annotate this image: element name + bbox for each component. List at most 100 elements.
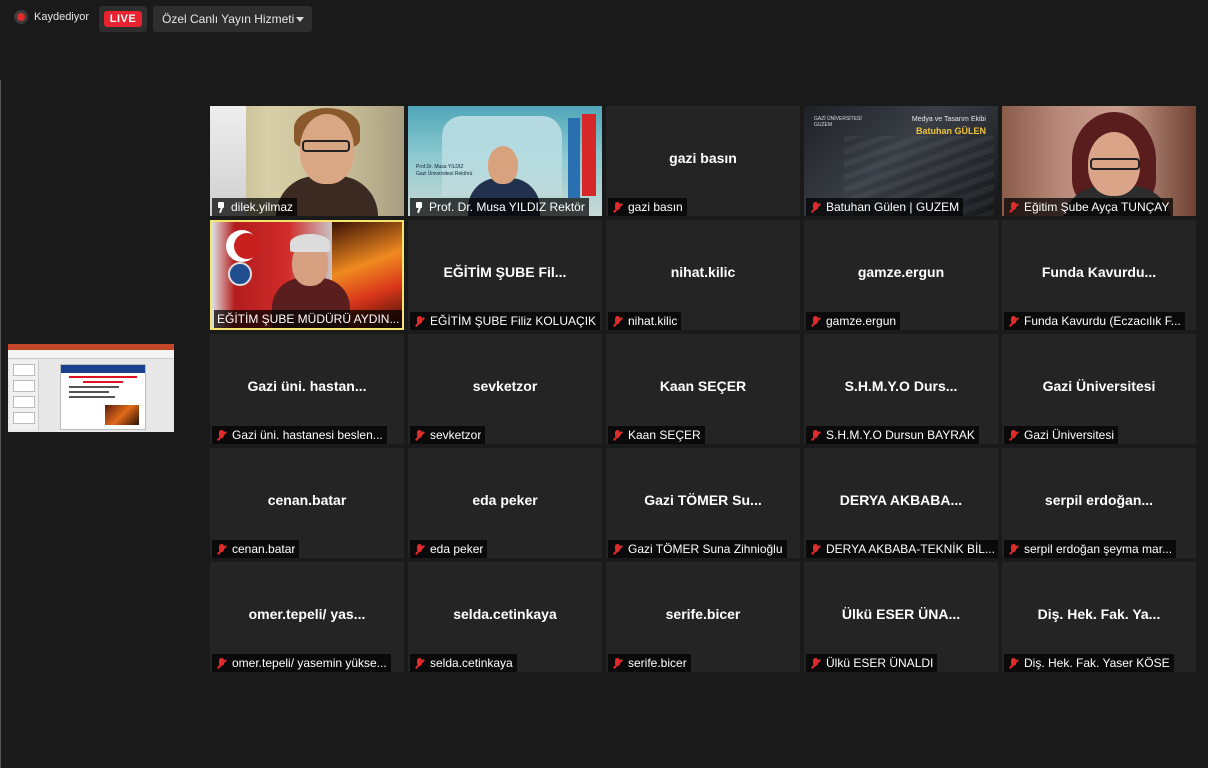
- participant-name: Gazi üni. hastanesi beslen...: [232, 428, 383, 442]
- participant-display-name: gamze.ergun: [857, 264, 945, 280]
- participant-tile[interactable]: Prof.Dr. Musa YILDIZ Gazi Üniversitesi Re…: [408, 106, 602, 216]
- participant-tile[interactable]: S.H.M.Y.O Durs... S.H.M.Y.O Dursun BAYRAK: [804, 334, 998, 444]
- participant-name-tag: cenan.batar: [212, 540, 300, 558]
- mic-muted-icon: [215, 657, 228, 670]
- participant-display-name: EĞİTİM ŞUBE Fil...: [443, 264, 567, 280]
- participant-display-name: eda peker: [472, 492, 538, 508]
- participant-display-name: omer.tepeli/ yas...: [248, 606, 366, 622]
- logo-line: GUZEM: [814, 122, 833, 128]
- participant-tile[interactable]: Diş. Hek. Fak. Ya... Diş. Hek. Fak. Yaser…: [1002, 562, 1196, 672]
- participant-tile[interactable]: nihat.kilic nihat.kilic: [606, 220, 800, 330]
- participant-name: sevketzor: [430, 428, 482, 442]
- participant-name-tag: Eğitim Şube Ayça TUNÇAY: [1004, 198, 1174, 216]
- participant-tile[interactable]: serife.bicer serife.bicer: [606, 562, 800, 672]
- panel-divider: [0, 80, 1, 768]
- mic-muted-icon: [809, 543, 822, 556]
- live-indicator[interactable]: LIVE: [99, 6, 147, 32]
- participant-tile[interactable]: cenan.batar cenan.batar: [210, 448, 404, 558]
- video-hair: [290, 234, 330, 252]
- participant-name: serife.bicer: [628, 656, 687, 670]
- video-team-title: Medya ve Tasarım Ekibi: [911, 116, 986, 123]
- participant-name: Funda Kavurdu (Eczacılık F...: [1024, 314, 1181, 328]
- mic-muted-icon: [611, 429, 624, 442]
- participant-name: Gazi Üniversitesi: [1024, 428, 1115, 442]
- participant-display-name: Gazi Üniversitesi: [1042, 378, 1156, 394]
- participant-name: serpil erdoğan şeyma mar...: [1024, 542, 1173, 556]
- participant-tile[interactable]: EĞİTİM ŞUBE Fil... EĞİTİM ŞUBE Filiz KOLU…: [408, 220, 602, 330]
- participant-tile[interactable]: eda peker eda peker: [408, 448, 602, 558]
- participant-name-tag: serife.bicer: [608, 654, 691, 672]
- pin-icon: [413, 201, 425, 213]
- participant-name-tag: gazi basın: [608, 198, 687, 216]
- participant-name: cenan.batar: [232, 542, 296, 556]
- participant-tile[interactable]: DERYA AKBABA... DERYA AKBABA-TEKNİK BİL..…: [804, 448, 998, 558]
- participant-name: Eğitim Şube Ayça TUNÇAY: [1024, 200, 1170, 214]
- pin-icon: [215, 201, 227, 213]
- mic-muted-icon: [611, 657, 624, 670]
- participant-display-name: DERYA AKBABA...: [839, 492, 963, 508]
- mic-muted-icon: [611, 315, 624, 328]
- video-face: [488, 146, 518, 184]
- participant-tile[interactable]: serpil erdoğan... serpil erdoğan şeyma ma…: [1002, 448, 1196, 558]
- participant-tile[interactable]: Eğitim Şube Ayça TUNÇAY: [1002, 106, 1196, 216]
- participant-name-tag: Prof. Dr. Musa YILDIZ Rektör: [410, 198, 589, 216]
- participant-name-tag: dilek.yilmaz: [212, 198, 298, 216]
- participant-tile[interactable]: omer.tepeli/ yas... omer.tepeli/ yasemin …: [210, 562, 404, 672]
- participant-name: Batuhan Gülen | GUZEM: [826, 200, 960, 214]
- participant-tile[interactable]: sevketzor sevketzor: [408, 334, 602, 444]
- participant-display-name: gazi basın: [669, 150, 737, 166]
- video-seal: [228, 262, 252, 286]
- participant-name: S.H.M.Y.O Dursun BAYRAK: [826, 428, 975, 442]
- participant-tile[interactable]: EĞİTİM ŞUBE MÜDÜRÜ AYDIN...: [210, 220, 404, 330]
- participant-name: eda peker: [430, 542, 484, 556]
- mic-muted-icon: [1007, 315, 1020, 328]
- participant-tile[interactable]: Gazi Üniversitesi Gazi Üniversitesi: [1002, 334, 1196, 444]
- participant-tile[interactable]: Funda Kavurdu... Funda Kavurdu (Eczacılık…: [1002, 220, 1196, 330]
- screen-share-thumbnail[interactable]: [8, 344, 174, 432]
- video-glasses: [302, 140, 350, 152]
- video-logo: GAZİ ÜNİVERSİTESİ GUZEM: [814, 116, 862, 128]
- caret-down-icon: [296, 17, 304, 22]
- participant-name: DERYA AKBABA-TEKNİK BİL...: [826, 542, 995, 556]
- stream-service-dropdown[interactable]: Özel Canlı Yayın Hizmeti: [153, 6, 312, 32]
- live-badge: LIVE: [103, 11, 143, 27]
- participant-tile[interactable]: Gazi üni. hastan... Gazi üni. hastanesi b…: [210, 334, 404, 444]
- participant-name-tag: sevketzor: [410, 426, 486, 444]
- participant-tile[interactable]: GAZİ ÜNİVERSİTESİ GUZEM Medya ve Tasarım E…: [804, 106, 998, 216]
- shared-slide: [60, 364, 146, 430]
- mic-muted-icon: [611, 201, 624, 214]
- participant-name-tag: Batuhan Gülen | GUZEM: [806, 198, 964, 216]
- video-caption: Prof.Dr. Musa YILDIZ Gazi Üniversitesi Re…: [416, 164, 472, 178]
- participant-name-tag: Ülkü ESER ÜNALDI: [806, 654, 938, 672]
- participant-tile[interactable]: gamze.ergun gamze.ergun: [804, 220, 998, 330]
- participant-tile[interactable]: gazi basın gazi basın: [606, 106, 800, 216]
- participant-name: nihat.kilic: [628, 314, 678, 328]
- video-glasses: [1090, 158, 1140, 170]
- participant-name-tag: omer.tepeli/ yasemin yükse...: [212, 654, 391, 672]
- participant-name-tag: gamze.ergun: [806, 312, 901, 330]
- participant-display-name: Gazi üni. hastan...: [247, 378, 367, 394]
- participant-name-tag: Gazi Üniversitesi: [1004, 426, 1119, 444]
- participant-name: EĞİTİM ŞUBE Filiz KOLUAÇIK: [430, 314, 597, 328]
- participant-tile[interactable]: Kaan SEÇER Kaan SEÇER: [606, 334, 800, 444]
- participant-name-tag: S.H.M.Y.O Dursun BAYRAK: [806, 426, 979, 444]
- participant-tile[interactable]: Gazi TÖMER Su... Gazi TÖMER Suna Zihnioğl…: [606, 448, 800, 558]
- participant-name-tag: eda peker: [410, 540, 488, 558]
- participant-name: dilek.yilmaz: [231, 200, 294, 214]
- participant-display-name: serpil erdoğan...: [1044, 492, 1154, 508]
- participant-display-name: Kaan SEÇER: [659, 378, 747, 394]
- participant-display-name: Funda Kavurdu...: [1041, 264, 1157, 280]
- participant-display-name: selda.cetinkaya: [453, 606, 557, 622]
- recording-label: Kaydediyor: [34, 11, 90, 23]
- mic-muted-icon: [1007, 429, 1020, 442]
- participant-tile[interactable]: selda.cetinkaya selda.cetinkaya: [408, 562, 602, 672]
- mic-muted-icon: [413, 429, 426, 442]
- mic-muted-icon: [1007, 657, 1020, 670]
- recording-indicator[interactable]: Kaydediyor: [14, 10, 89, 24]
- record-icon: [14, 10, 28, 24]
- mic-muted-icon: [1007, 201, 1020, 214]
- participant-name-tag: Gazi TÖMER Suna Zihnioğlu: [608, 540, 787, 558]
- participant-tile[interactable]: dilek.yilmaz: [210, 106, 404, 216]
- participant-name-tag: Funda Kavurdu (Eczacılık F...: [1004, 312, 1185, 330]
- participant-tile[interactable]: Ülkü ESER ÜNA... Ülkü ESER ÜNALDI: [804, 562, 998, 672]
